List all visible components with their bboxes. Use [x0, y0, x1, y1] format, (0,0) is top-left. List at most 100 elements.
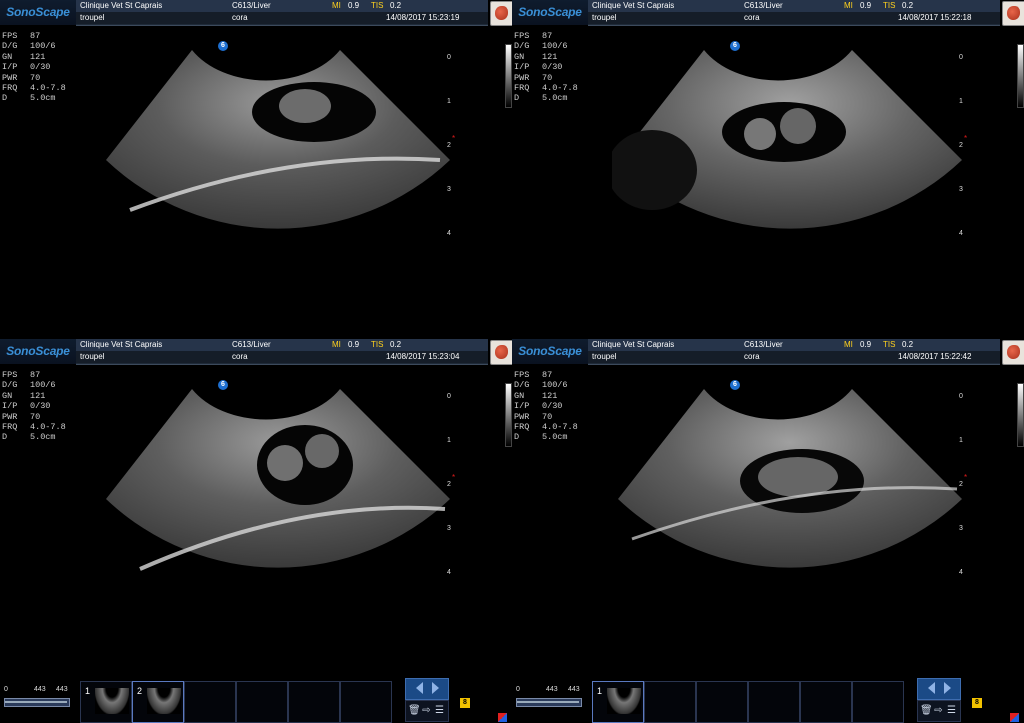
bottom-toolbar: 0 443 443 1 2 🗑 ⇨ ☰ 8 [0, 678, 512, 723]
thumbnail[interactable]: 1 [80, 681, 132, 723]
focus-marker[interactable]: * [452, 134, 455, 143]
report-icon[interactable]: ☰ [434, 704, 445, 717]
image-panel[interactable]: SonoScape Clinique Vet St Caprais C613/L… [512, 0, 1024, 339]
focus-marker[interactable]: * [964, 134, 967, 143]
image-tools: 🗑 ⇨ ☰ [405, 700, 449, 722]
thumbnail-strip: 1 [592, 681, 904, 723]
cine-slider[interactable]: 0 443 443 [514, 686, 584, 716]
depth-scale: 0 1 2 3 4 [959, 393, 963, 576]
animal-name: cora [232, 13, 248, 22]
thumbnail-empty [288, 681, 340, 723]
trash-icon[interactable]: 🗑 [920, 704, 933, 717]
mi-label: MI [844, 1, 853, 10]
cine-track[interactable] [516, 698, 582, 707]
param-pwr: PWR 70 [2, 411, 41, 422]
thumbnail[interactable]: 2 [132, 681, 184, 723]
grayscale-bar [505, 383, 512, 447]
bottom-toolbar: 0 443 443 1 🗑 ⇨ ☰ 8 [512, 678, 1024, 723]
chevron-right-icon[interactable] [944, 682, 951, 694]
send-icon[interactable]: ⇨ [421, 704, 432, 717]
liver-organ-icon[interactable] [1002, 340, 1024, 365]
tis-label: TIS [883, 340, 896, 349]
param-ip: I/P 0/30 [514, 62, 563, 73]
tis-label: TIS [883, 1, 896, 10]
trash-icon[interactable]: 🗑 [408, 704, 421, 717]
brand-logo: SonoScape [0, 0, 76, 25]
param-depth: D 5.0cm [2, 93, 56, 104]
grayscale-bar [1017, 44, 1024, 108]
probe-preset: C613/Liver [232, 340, 271, 349]
param-fps: FPS 87 [514, 31, 553, 41]
patient-name: troupel [80, 13, 105, 22]
exam-datetime: 14/08/2017 15:22:42 [898, 352, 972, 361]
chevron-left-icon[interactable] [416, 682, 423, 694]
mi-label: MI [332, 1, 341, 10]
param-pwr: PWR 70 [2, 72, 41, 83]
thumbnail-empty [236, 681, 288, 723]
tis-label: TIS [371, 1, 384, 10]
tis-label: TIS [371, 340, 384, 349]
probe-orientation-icon: 6 [730, 380, 740, 390]
tis-value: 0.2 [902, 340, 914, 349]
depth-scale: 0 1 2 3 4 [447, 393, 451, 576]
ultrasound-image [612, 50, 962, 229]
focus-marker[interactable]: * [964, 473, 967, 482]
page-counter: 8 [972, 698, 982, 708]
param-gn: GN 121 [2, 390, 46, 401]
clinic-name: Clinique Vet St Caprais [80, 1, 163, 10]
liver-organ-icon[interactable] [1002, 1, 1024, 26]
thumbnail[interactable]: 1 [592, 681, 644, 723]
param-pwr: PWR 70 [514, 72, 553, 83]
param-frq: FRQ 4.0-7.8 [2, 83, 66, 94]
param-list: FPS 87 D/G 100/6 GN 121 I/P 0/30 PWR 70 FRQ 4.… [514, 370, 578, 443]
image-panel[interactable]: SonoScape Clinique Vet St Caprais C613/L… [512, 339, 1024, 678]
mi-value: 0.9 [348, 340, 360, 349]
liver-organ-icon[interactable] [490, 1, 512, 26]
param-dg: D/G 100/6 [2, 380, 56, 391]
ultrasound-image [618, 389, 962, 568]
param-list: FPS 87 D/G 100/6 GN 121 I/P 0/30 PWR 70 FRQ 4.… [2, 370, 66, 443]
chevron-left-icon[interactable] [928, 682, 935, 694]
cine-track[interactable] [4, 698, 70, 707]
animal-name: cora [744, 13, 760, 22]
thumbnail-strip: 1 2 [80, 681, 392, 723]
ultrasound-image [106, 50, 450, 229]
depth-scale: 0 1 2 3 4 [447, 54, 451, 237]
brand-logo: SonoScape [512, 0, 588, 25]
thumbnail-empty [644, 681, 696, 723]
param-fps: FPS 87 [2, 370, 41, 380]
exam-datetime: 14/08/2017 15:23:19 [386, 13, 460, 22]
page-nav [405, 678, 449, 700]
patient-name: troupel [592, 13, 617, 22]
mi-value: 0.9 [348, 1, 360, 10]
clinic-name: Clinique Vet St Caprais [592, 340, 675, 349]
page-counter: 8 [460, 698, 470, 708]
cine-slider[interactable]: 0 443 443 [2, 686, 72, 716]
probe-orientation-icon: 6 [218, 41, 228, 51]
focus-marker[interactable]: * [452, 473, 455, 482]
report-icon[interactable]: ☰ [946, 704, 957, 717]
image-panel[interactable]: SonoScape Clinique Vet St Caprais C613/L… [0, 339, 512, 678]
tis-value: 0.2 [390, 340, 402, 349]
mi-value: 0.9 [860, 340, 872, 349]
mi-value: 0.9 [860, 1, 872, 10]
param-list: FPS 87 D/G 100/6 GN 121 I/P 0/30 PWR 70 FRQ 4.… [2, 31, 66, 104]
info-header: Clinique Vet St Caprais C613/Liver MI 0.… [76, 339, 488, 365]
liver-organ-icon[interactable] [490, 340, 512, 365]
animal-name: cora [744, 352, 760, 361]
brand-logo: SonoScape [512, 339, 588, 364]
chevron-right-icon[interactable] [432, 682, 439, 694]
param-dg: D/G 100/6 [514, 41, 568, 52]
param-depth: D 5.0cm [2, 432, 56, 443]
probe-preset: C613/Liver [232, 1, 271, 10]
clinic-name: Clinique Vet St Caprais [80, 340, 163, 349]
image-panel[interactable]: SonoScape Clinique Vet St Caprais C613/L… [0, 0, 512, 339]
param-depth: D 5.0cm [514, 432, 568, 443]
param-list: FPS 87 D/G 100/6 GN 121 I/P 0/30 PWR 70 FRQ 4.… [514, 31, 578, 104]
probe-orientation-icon: 6 [218, 380, 228, 390]
send-icon[interactable]: ⇨ [933, 704, 944, 717]
probe-preset: C613/Liver [744, 1, 783, 10]
clinic-name: Clinique Vet St Caprais [592, 1, 675, 10]
exam-datetime: 14/08/2017 15:23:04 [386, 352, 460, 361]
image-tools: 🗑 ⇨ ☰ [917, 700, 961, 722]
